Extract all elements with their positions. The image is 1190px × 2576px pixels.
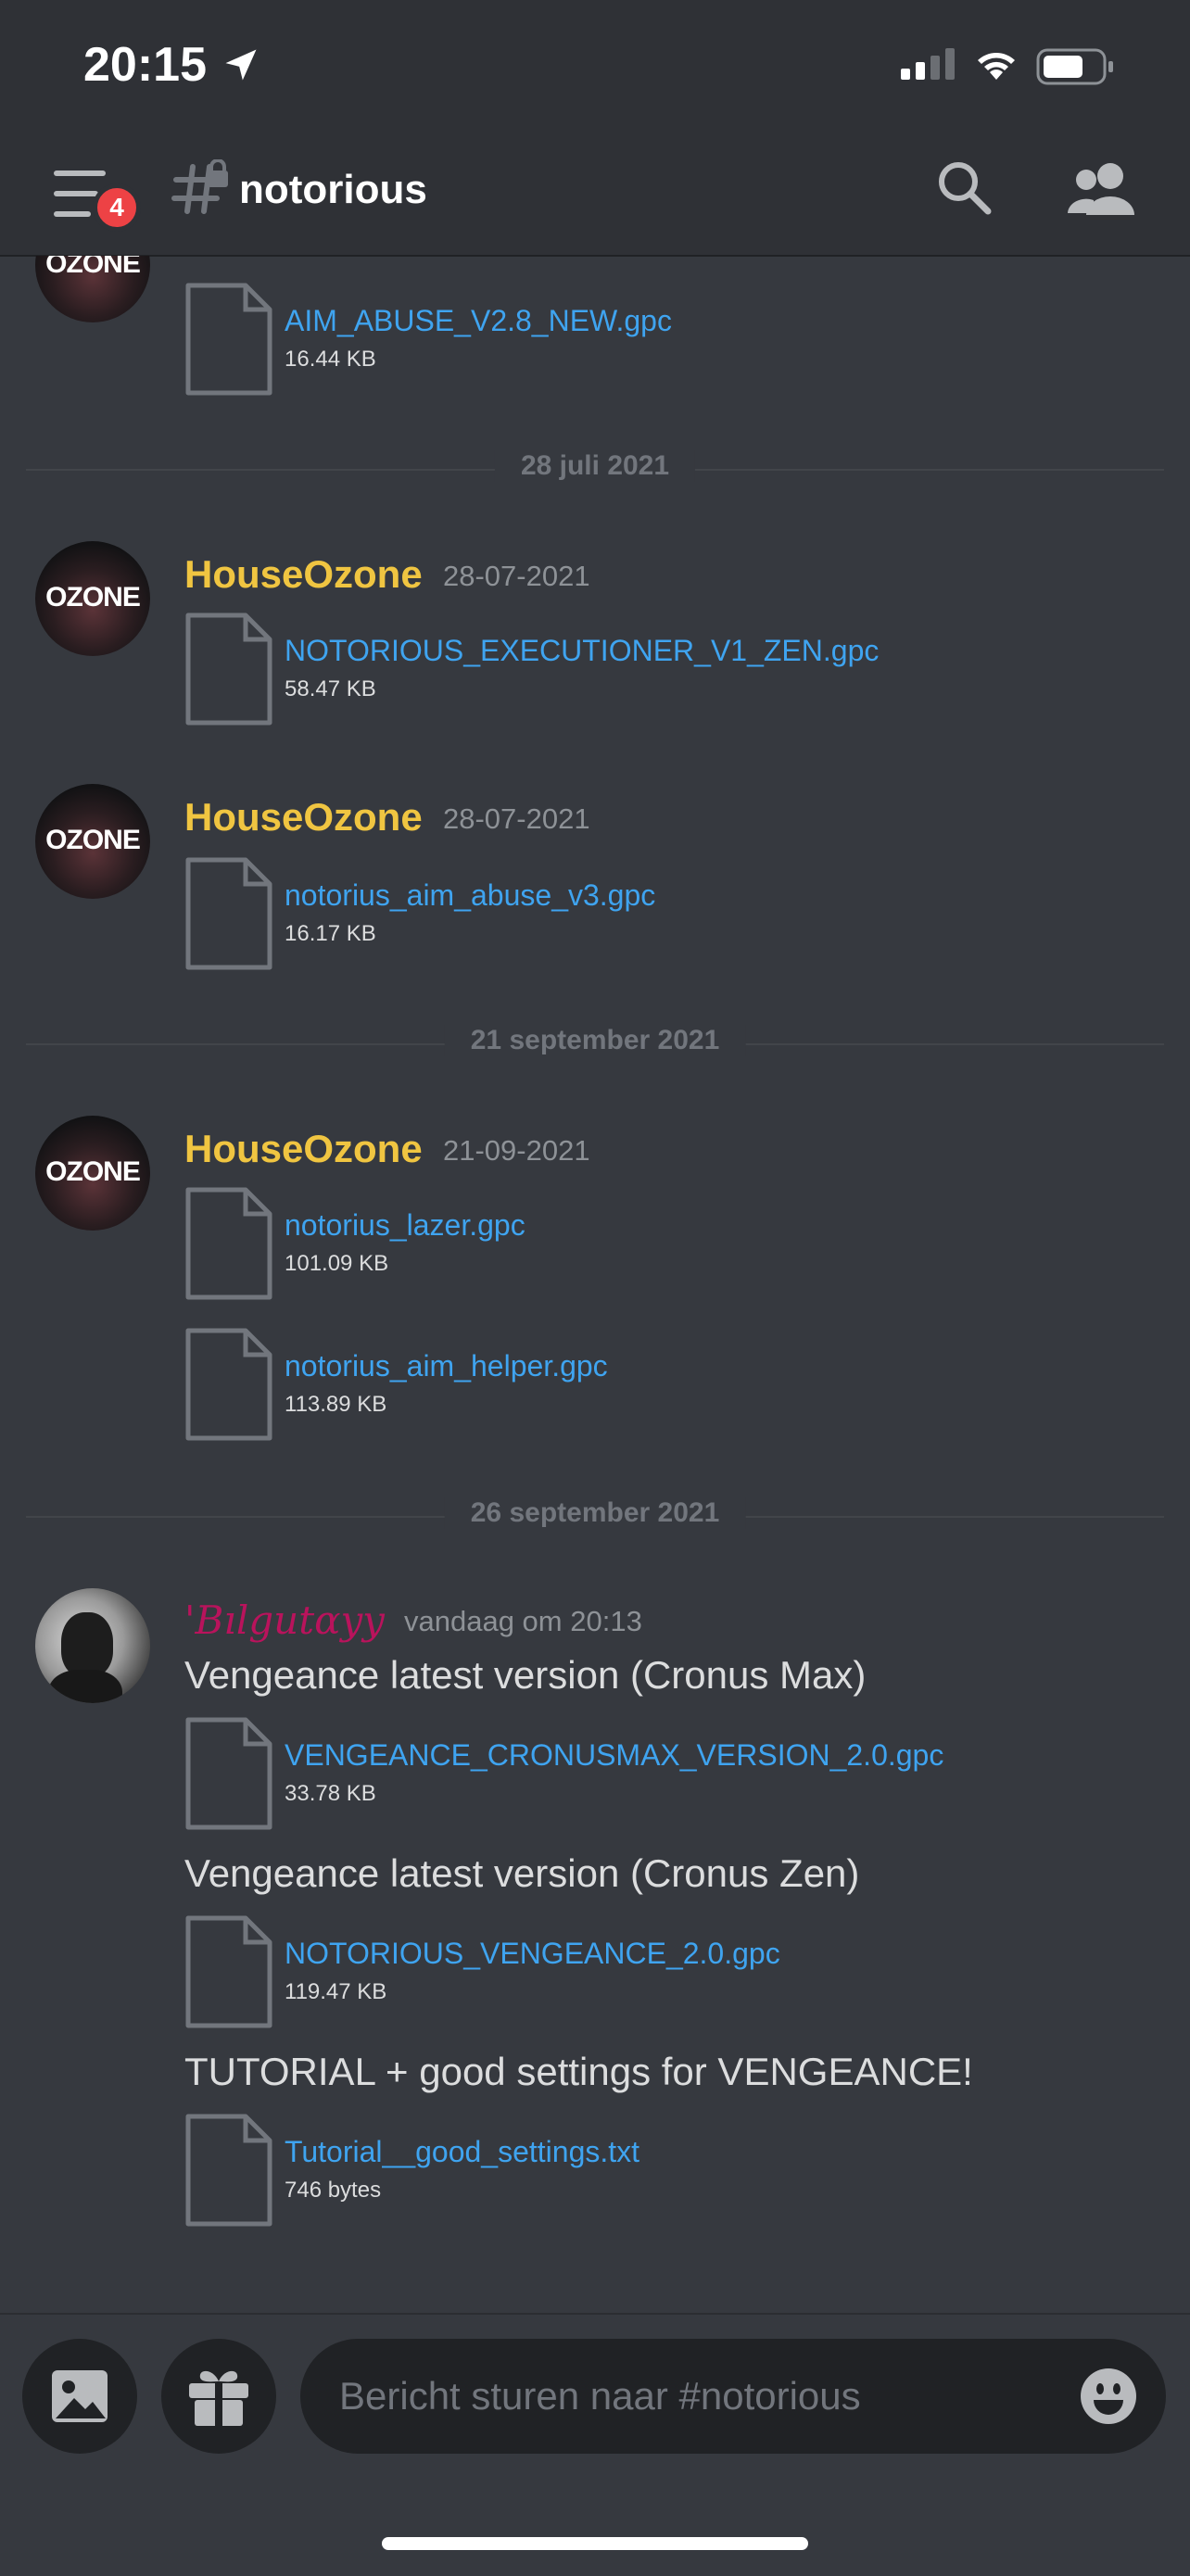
image-icon (52, 2370, 108, 2422)
file-icon (185, 2114, 272, 2227)
message-input-placeholder: Bericht sturen naar #notorious (339, 2374, 861, 2418)
file-attachment[interactable]: notorius_aim_abuse_v3.gpc 16.17 KB (184, 856, 1019, 970)
file-name[interactable]: Tutorial__good_settings.txt (285, 2135, 639, 2169)
avatar[interactable]: OZONE (35, 256, 150, 322)
file-name[interactable]: VENGEANCE_CRONUSMAX_VERSION_2.0.gpc (285, 1738, 943, 1773)
file-icon (185, 1187, 272, 1300)
avatar[interactable] (35, 1588, 150, 1703)
message-text: Vengeance latest version (Cronus Max) (184, 1653, 867, 1697)
author-name[interactable]: 'Bılgutαyy (184, 1597, 385, 1643)
file-attachment[interactable]: NOTORIOUS_EXECUTIONER_V1_ZEN.gpc 58.47 K… (184, 612, 1019, 726)
avatar[interactable]: OZONE (35, 784, 150, 899)
top-bar: 20:15 4 notorious (0, 0, 1190, 257)
status-time: 20:15 (83, 38, 207, 92)
message-text: Vengeance latest version (Cronus Zen) (184, 1851, 860, 1895)
battery-icon (1036, 48, 1113, 85)
file-icon (185, 1328, 272, 1441)
date-divider: 26 september 2021 (26, 1497, 1164, 1534)
file-name[interactable]: NOTORIOUS_EXECUTIONER_V1_ZEN.gpc (285, 634, 879, 668)
cellular-signal-icon (901, 48, 955, 80)
gift-button[interactable] (161, 2339, 276, 2454)
author-name[interactable]: HouseOzone (184, 795, 423, 840)
avatar[interactable]: OZONE (35, 1116, 150, 1231)
wifi-icon (978, 53, 1015, 80)
file-size: 119.47 KB (285, 1979, 387, 2004)
home-indicator (382, 2537, 808, 2550)
file-attachment[interactable]: NOTORIOUS_VENGEANCE_2.0.gpc 119.47 KB (184, 1914, 1019, 2028)
timestamp: 21-09-2021 (443, 1134, 590, 1167)
author-name[interactable]: HouseOzone (184, 1127, 423, 1171)
file-name[interactable]: NOTORIOUS_VENGEANCE_2.0.gpc (285, 1937, 780, 1971)
notification-badge: 4 (93, 183, 141, 232)
file-icon (185, 1717, 272, 1830)
file-attachment[interactable]: notorius_aim_helper.gpc 113.89 KB (184, 1327, 1019, 1441)
members-icon[interactable] (1066, 159, 1140, 219)
gift-icon (189, 2370, 248, 2426)
avatar[interactable]: OZONE (35, 541, 150, 656)
date-divider: 21 september 2021 (26, 1025, 1164, 1062)
file-size: 746 bytes (285, 2178, 382, 2203)
file-attachment[interactable]: VENGEANCE_CRONUSMAX_VERSION_2.0.gpc 33.7… (184, 1716, 1019, 1830)
timestamp: 28-07-2021 (443, 802, 590, 835)
author-name[interactable]: HouseOzone (184, 552, 423, 597)
file-icon (185, 1915, 272, 2028)
date-divider: 28 juli 2021 (26, 450, 1164, 487)
file-attachment[interactable]: notorius_lazer.gpc 101.09 KB (184, 1186, 1019, 1300)
search-icon[interactable] (934, 158, 994, 217)
message-list[interactable]: OZONE AIM_ABUSE_V2.8_NEW.gpc 16.44 KB 28… (0, 256, 1190, 2313)
timestamp: 28-07-2021 (443, 560, 590, 592)
file-attachment[interactable]: Tutorial__good_settings.txt 746 bytes (184, 2113, 1019, 2227)
file-name[interactable]: notorius_aim_helper.gpc (285, 1349, 608, 1383)
message-input[interactable]: Bericht sturen naar #notorious (300, 2339, 1166, 2454)
file-icon (185, 857, 272, 970)
file-name[interactable]: notorius_aim_abuse_v3.gpc (285, 878, 655, 913)
file-name[interactable]: AIM_ABUSE_V2.8_NEW.gpc (285, 304, 672, 338)
locked-channel-icon (171, 159, 228, 214)
file-attachment[interactable]: AIM_ABUSE_V2.8_NEW.gpc 16.44 KB (184, 282, 1019, 396)
emoji-icon[interactable] (1079, 2367, 1138, 2426)
channel-title: notorious (239, 167, 427, 212)
location-arrow-icon (225, 49, 257, 81)
timestamp: vandaag om 20:13 (404, 1605, 642, 1637)
file-size: 16.17 KB (285, 921, 376, 946)
file-size: 33.78 KB (285, 1781, 376, 1806)
file-size: 16.44 KB (285, 347, 376, 372)
file-icon (185, 612, 272, 726)
file-size: 113.89 KB (285, 1392, 387, 1417)
attach-image-button[interactable] (22, 2339, 137, 2454)
file-size: 101.09 KB (285, 1251, 389, 1276)
file-size: 58.47 KB (285, 676, 376, 701)
file-icon (185, 283, 272, 396)
message-text: TUTORIAL + good settings for VENGEANCE! (184, 2050, 973, 2093)
file-name[interactable]: notorius_lazer.gpc (285, 1208, 525, 1243)
